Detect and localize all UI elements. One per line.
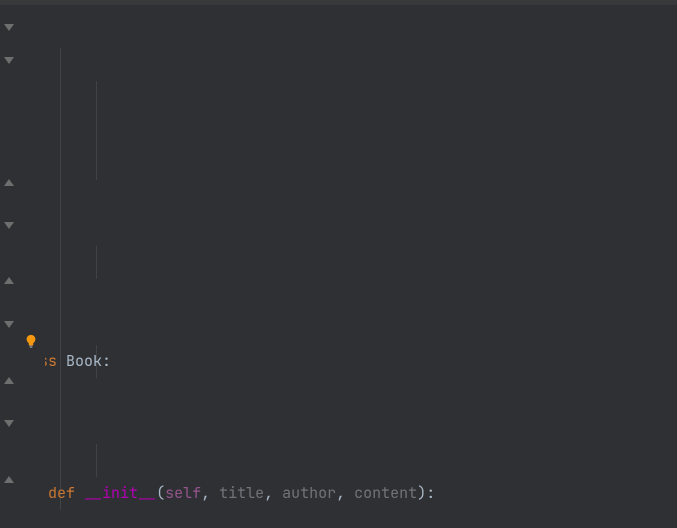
param-content: content bbox=[354, 483, 417, 503]
lightbulb-icon[interactable] bbox=[24, 327, 38, 341]
fold-close-icon[interactable] bbox=[4, 375, 14, 385]
indent-guide bbox=[96, 246, 97, 279]
indent-guide bbox=[96, 444, 97, 477]
fold-close-icon[interactable] bbox=[4, 474, 14, 484]
param-self: self bbox=[165, 483, 201, 503]
param-author: author bbox=[282, 483, 336, 503]
fold-open-icon[interactable] bbox=[4, 320, 14, 330]
editor-gutter bbox=[0, 5, 45, 528]
method-init: __init__ bbox=[84, 483, 156, 503]
fold-open-icon[interactable] bbox=[4, 23, 14, 33]
fold-open-icon[interactable] bbox=[4, 56, 14, 66]
code-area[interactable]: class Book: def __init__(self, title, au… bbox=[12, 15, 677, 528]
fold-open-icon[interactable] bbox=[4, 221, 14, 231]
fold-close-icon[interactable] bbox=[4, 177, 14, 187]
code-line[interactable]: def __init__(self, title, author, conten… bbox=[12, 477, 677, 510]
fold-open-icon[interactable] bbox=[4, 419, 14, 429]
code-editor[interactable]: class Book: def __init__(self, title, au… bbox=[0, 0, 677, 528]
fold-close-icon[interactable] bbox=[4, 275, 14, 285]
param-title: title bbox=[219, 483, 264, 503]
indent-guide bbox=[96, 81, 97, 180]
keyword-def: def bbox=[48, 483, 75, 503]
class-name: Book bbox=[66, 351, 102, 371]
indent-guide bbox=[60, 48, 61, 510]
code-line[interactable]: class Book: bbox=[12, 345, 677, 378]
